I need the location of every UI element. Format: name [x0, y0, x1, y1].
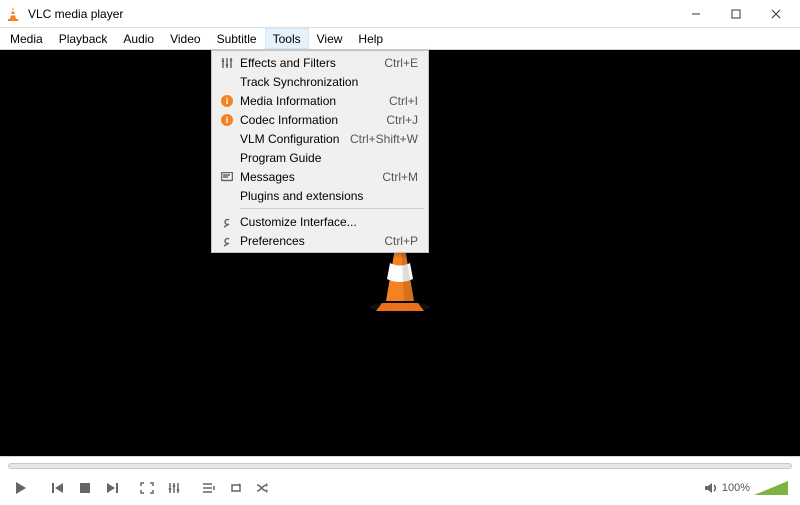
- menu-audio[interactable]: Audio: [115, 28, 162, 49]
- window-title: VLC media player: [28, 7, 676, 21]
- previous-button[interactable]: [45, 475, 71, 501]
- vlc-cone-icon: [4, 5, 22, 23]
- next-button[interactable]: [99, 475, 125, 501]
- menu-plugins[interactable]: Plugins and extensions: [214, 186, 426, 205]
- title-bar: VLC media player: [0, 0, 800, 28]
- shuffle-button[interactable]: [250, 475, 276, 501]
- bottom-bar: 100%: [0, 456, 800, 504]
- menu-customize-interface[interactable]: Customize Interface...: [214, 212, 426, 231]
- menu-effects-filters[interactable]: Effects and Filters Ctrl+E: [214, 53, 426, 72]
- menu-view[interactable]: View: [309, 28, 351, 49]
- menu-subtitle[interactable]: Subtitle: [209, 28, 265, 49]
- playlist-button[interactable]: [196, 475, 222, 501]
- play-button[interactable]: [6, 475, 36, 501]
- menu-help[interactable]: Help: [350, 28, 391, 49]
- wrench-icon: [218, 214, 236, 230]
- info-icon: i: [218, 112, 236, 128]
- menu-video[interactable]: Video: [162, 28, 208, 49]
- maximize-button[interactable]: [716, 0, 756, 28]
- menu-messages[interactable]: Messages Ctrl+M: [214, 167, 426, 186]
- menu-bar: Media Playback Audio Video Subtitle Tool…: [0, 28, 800, 50]
- speaker-icon: [704, 482, 718, 494]
- close-button[interactable]: [756, 0, 796, 28]
- menu-separator: [240, 208, 424, 209]
- extended-settings-button[interactable]: [161, 475, 187, 501]
- minimize-button[interactable]: [676, 0, 716, 28]
- volume-control[interactable]: 100%: [704, 481, 794, 495]
- menu-media-info[interactable]: i Media Information Ctrl+I: [214, 91, 426, 110]
- menu-media[interactable]: Media: [2, 28, 51, 49]
- menu-tools[interactable]: Tools: [265, 28, 309, 49]
- tools-dropdown: Effects and Filters Ctrl+E Track Synchro…: [211, 50, 429, 253]
- menu-codec-info[interactable]: i Codec Information Ctrl+J: [214, 110, 426, 129]
- wrench-icon: [218, 233, 236, 249]
- seek-bar[interactable]: [0, 457, 800, 471]
- fullscreen-button[interactable]: [134, 475, 160, 501]
- stop-button[interactable]: [72, 475, 98, 501]
- menu-preferences[interactable]: Preferences Ctrl+P: [214, 231, 426, 250]
- menu-track-sync[interactable]: Track Synchronization: [214, 72, 426, 91]
- menu-program-guide[interactable]: Program Guide: [214, 148, 426, 167]
- messages-icon: [218, 169, 236, 185]
- volume-slider[interactable]: [754, 481, 788, 495]
- volume-label: 100%: [722, 482, 750, 494]
- info-icon: i: [218, 93, 236, 109]
- playback-controls: 100%: [0, 471, 800, 505]
- sliders-icon: [218, 55, 236, 71]
- menu-vlm-config[interactable]: VLM Configuration Ctrl+Shift+W: [214, 129, 426, 148]
- loop-button[interactable]: [223, 475, 249, 501]
- menu-playback[interactable]: Playback: [51, 28, 116, 49]
